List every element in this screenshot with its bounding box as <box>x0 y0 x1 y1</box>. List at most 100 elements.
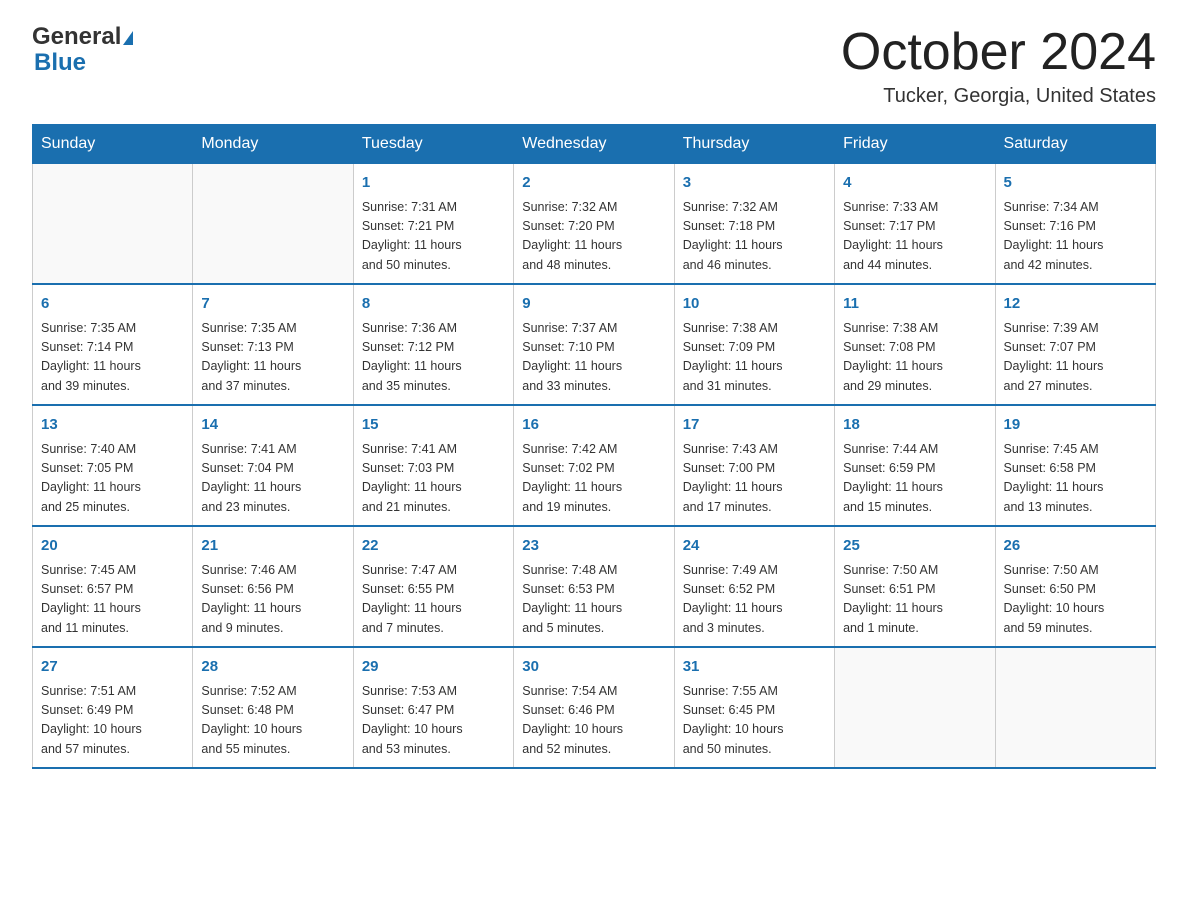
day-number: 8 <box>362 293 505 316</box>
day-info: Sunrise: 7:48 AM Sunset: 6:53 PM Dayligh… <box>522 561 665 639</box>
day-info: Sunrise: 7:35 AM Sunset: 7:13 PM Dayligh… <box>201 319 344 397</box>
calendar-cell: 28 Sunrise: 7:52 AM Sunset: 6:48 PM Dayli… <box>193 647 353 768</box>
day-info: Sunrise: 7:52 AM Sunset: 6:48 PM Dayligh… <box>201 682 344 760</box>
day-info: Sunrise: 7:50 AM Sunset: 6:50 PM Dayligh… <box>1004 561 1147 639</box>
day-number: 11 <box>843 293 986 316</box>
weekday-header-row: SundayMondayTuesdayWednesdayThursdayFrid… <box>33 125 1156 164</box>
title-block: October 2024 Tucker, Georgia, United Sta… <box>841 24 1156 108</box>
weekday-header-sunday: Sunday <box>33 125 193 164</box>
day-info: Sunrise: 7:50 AM Sunset: 6:51 PM Dayligh… <box>843 561 986 639</box>
day-info: Sunrise: 7:41 AM Sunset: 7:03 PM Dayligh… <box>362 440 505 518</box>
day-number: 27 <box>41 656 184 679</box>
month-title: October 2024 <box>841 24 1156 81</box>
calendar-week-1: 1 Sunrise: 7:31 AM Sunset: 7:21 PM Daylig… <box>33 164 1156 285</box>
calendar-cell: 9Sunrise: 7:37 AM Sunset: 7:10 PM Daylig… <box>514 284 674 405</box>
weekday-header-friday: Friday <box>835 125 995 164</box>
calendar-cell: 22 Sunrise: 7:47 AM Sunset: 6:55 PM Dayli… <box>353 526 513 647</box>
day-number: 23 <box>522 535 665 558</box>
day-info: Sunrise: 7:45 AM Sunset: 6:58 PM Dayligh… <box>1004 440 1147 518</box>
calendar-cell: 7 Sunrise: 7:35 AM Sunset: 7:13 PM Daylig… <box>193 284 353 405</box>
day-number: 15 <box>362 414 505 437</box>
calendar-cell <box>33 164 193 285</box>
calendar-cell: 20 Sunrise: 7:45 AM Sunset: 6:57 PM Dayli… <box>33 526 193 647</box>
day-number: 19 <box>1004 414 1147 437</box>
day-number: 17 <box>683 414 826 437</box>
day-info: Sunrise: 7:32 AM Sunset: 7:18 PM Dayligh… <box>683 198 826 276</box>
calendar-cell: 3 Sunrise: 7:32 AM Sunset: 7:18 PM Daylig… <box>674 164 834 285</box>
weekday-header-thursday: Thursday <box>674 125 834 164</box>
day-number: 25 <box>843 535 986 558</box>
calendar-cell: 17Sunrise: 7:43 AM Sunset: 7:00 PM Dayli… <box>674 405 834 526</box>
logo-blue-text: Blue <box>34 49 86 76</box>
calendar-cell: 11 Sunrise: 7:38 AM Sunset: 7:08 PM Dayli… <box>835 284 995 405</box>
day-info: Sunrise: 7:41 AM Sunset: 7:04 PM Dayligh… <box>201 440 344 518</box>
calendar-cell: 29Sunrise: 7:53 AM Sunset: 6:47 PM Dayli… <box>353 647 513 768</box>
calendar-cell: 19 Sunrise: 7:45 AM Sunset: 6:58 PM Dayli… <box>995 405 1155 526</box>
calendar-cell: 10 Sunrise: 7:38 AM Sunset: 7:09 PM Dayli… <box>674 284 834 405</box>
day-info: Sunrise: 7:38 AM Sunset: 7:09 PM Dayligh… <box>683 319 826 397</box>
calendar-cell: 26 Sunrise: 7:50 AM Sunset: 6:50 PM Dayli… <box>995 526 1155 647</box>
day-info: Sunrise: 7:40 AM Sunset: 7:05 PM Dayligh… <box>41 440 184 518</box>
day-info: Sunrise: 7:44 AM Sunset: 6:59 PM Dayligh… <box>843 440 986 518</box>
calendar-cell: 24Sunrise: 7:49 AM Sunset: 6:52 PM Dayli… <box>674 526 834 647</box>
day-number: 20 <box>41 535 184 558</box>
day-number: 26 <box>1004 535 1147 558</box>
day-info: Sunrise: 7:37 AM Sunset: 7:10 PM Dayligh… <box>522 319 665 397</box>
day-info: Sunrise: 7:31 AM Sunset: 7:21 PM Dayligh… <box>362 198 505 276</box>
calendar-cell: 6Sunrise: 7:35 AM Sunset: 7:14 PM Daylig… <box>33 284 193 405</box>
day-number: 12 <box>1004 293 1147 316</box>
calendar-cell: 13 Sunrise: 7:40 AM Sunset: 7:05 PM Dayli… <box>33 405 193 526</box>
logo-general-text: General <box>32 23 121 50</box>
calendar-week-4: 20 Sunrise: 7:45 AM Sunset: 6:57 PM Dayli… <box>33 526 1156 647</box>
day-number: 13 <box>41 414 184 437</box>
calendar-week-3: 13 Sunrise: 7:40 AM Sunset: 7:05 PM Dayli… <box>33 405 1156 526</box>
day-info: Sunrise: 7:32 AM Sunset: 7:20 PM Dayligh… <box>522 198 665 276</box>
day-number: 18 <box>843 414 986 437</box>
calendar-cell: 21Sunrise: 7:46 AM Sunset: 6:56 PM Dayli… <box>193 526 353 647</box>
calendar-cell: 15 Sunrise: 7:41 AM Sunset: 7:03 PM Dayli… <box>353 405 513 526</box>
day-number: 7 <box>201 293 344 316</box>
day-info: Sunrise: 7:36 AM Sunset: 7:12 PM Dayligh… <box>362 319 505 397</box>
day-info: Sunrise: 7:33 AM Sunset: 7:17 PM Dayligh… <box>843 198 986 276</box>
day-info: Sunrise: 7:39 AM Sunset: 7:07 PM Dayligh… <box>1004 319 1147 397</box>
day-number: 10 <box>683 293 826 316</box>
day-number: 21 <box>201 535 344 558</box>
day-number: 1 <box>362 172 505 195</box>
calendar-cell: 30 Sunrise: 7:54 AM Sunset: 6:46 PM Dayli… <box>514 647 674 768</box>
weekday-header-saturday: Saturday <box>995 125 1155 164</box>
calendar-cell: 23 Sunrise: 7:48 AM Sunset: 6:53 PM Dayli… <box>514 526 674 647</box>
calendar-cell: 14 Sunrise: 7:41 AM Sunset: 7:04 PM Dayli… <box>193 405 353 526</box>
day-info: Sunrise: 7:34 AM Sunset: 7:16 PM Dayligh… <box>1004 198 1147 276</box>
calendar-cell: 4 Sunrise: 7:33 AM Sunset: 7:17 PM Daylig… <box>835 164 995 285</box>
day-info: Sunrise: 7:42 AM Sunset: 7:02 PM Dayligh… <box>522 440 665 518</box>
day-number: 28 <box>201 656 344 679</box>
day-number: 30 <box>522 656 665 679</box>
day-number: 24 <box>683 535 826 558</box>
day-number: 6 <box>41 293 184 316</box>
day-info: Sunrise: 7:55 AM Sunset: 6:45 PM Dayligh… <box>683 682 826 760</box>
location-title: Tucker, Georgia, United States <box>841 85 1156 108</box>
day-number: 29 <box>362 656 505 679</box>
day-info: Sunrise: 7:54 AM Sunset: 6:46 PM Dayligh… <box>522 682 665 760</box>
calendar-cell: 18 Sunrise: 7:44 AM Sunset: 6:59 PM Dayli… <box>835 405 995 526</box>
calendar-cell: 31Sunrise: 7:55 AM Sunset: 6:45 PM Dayli… <box>674 647 834 768</box>
day-info: Sunrise: 7:47 AM Sunset: 6:55 PM Dayligh… <box>362 561 505 639</box>
weekday-header-wednesday: Wednesday <box>514 125 674 164</box>
calendar-cell: 25 Sunrise: 7:50 AM Sunset: 6:51 PM Dayli… <box>835 526 995 647</box>
day-number: 4 <box>843 172 986 195</box>
calendar-cell: 8 Sunrise: 7:36 AM Sunset: 7:12 PM Daylig… <box>353 284 513 405</box>
day-info: Sunrise: 7:45 AM Sunset: 6:57 PM Dayligh… <box>41 561 184 639</box>
weekday-header-tuesday: Tuesday <box>353 125 513 164</box>
day-info: Sunrise: 7:38 AM Sunset: 7:08 PM Dayligh… <box>843 319 986 397</box>
calendar-cell <box>995 647 1155 768</box>
calendar-cell: 16Sunrise: 7:42 AM Sunset: 7:02 PM Dayli… <box>514 405 674 526</box>
day-number: 22 <box>362 535 505 558</box>
day-number: 5 <box>1004 172 1147 195</box>
calendar-cell: 5 Sunrise: 7:34 AM Sunset: 7:16 PM Daylig… <box>995 164 1155 285</box>
calendar-cell <box>835 647 995 768</box>
logo-triangle-icon <box>123 31 133 45</box>
calendar-cell: 12 Sunrise: 7:39 AM Sunset: 7:07 PM Dayli… <box>995 284 1155 405</box>
day-number: 14 <box>201 414 344 437</box>
day-number: 3 <box>683 172 826 195</box>
calendar-cell: 1 Sunrise: 7:31 AM Sunset: 7:21 PM Daylig… <box>353 164 513 285</box>
